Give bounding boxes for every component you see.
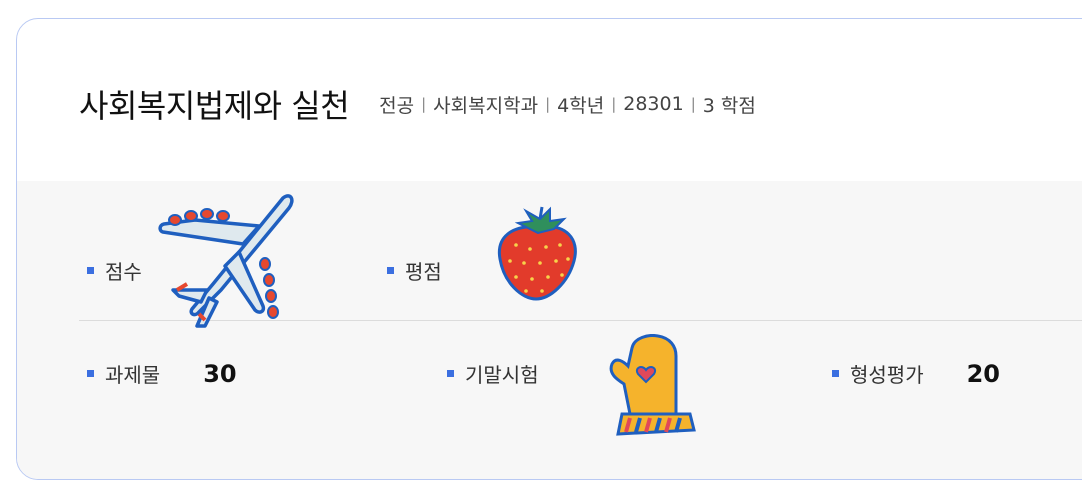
bullet-icon [447, 370, 454, 377]
course-meta: 전공 | 사회복지학과 | 4학년 | 28301 | 3 학점 [379, 91, 756, 118]
grading-label: 점수 [105, 260, 142, 284]
course-title: 사회복지법제와 실천 [79, 87, 350, 125]
bullet-icon [387, 267, 394, 274]
course-code: 28301 [623, 93, 684, 115]
grading-value: 20 [966, 359, 1001, 388]
meta-separator: | [421, 95, 427, 113]
course-grade-year: 4학년 [557, 94, 605, 117]
course-credits: 3 학점 [702, 94, 756, 117]
bullet-icon [87, 370, 94, 377]
bullet-icon [832, 370, 839, 377]
meta-separator: | [611, 95, 617, 113]
course-category: 전공 [379, 94, 415, 117]
grading-label: 과제물 [105, 363, 161, 387]
grading-item-final-exam: 기말시험 [447, 359, 582, 388]
course-department: 사회복지학과 [433, 94, 539, 117]
grading-item-formative: 형성평가 20 [832, 359, 1000, 388]
grading-value: 30 [203, 359, 237, 388]
grading-label: 형성평가 [850, 363, 924, 387]
oven-mitt-icon [609, 334, 696, 436]
bullet-icon [87, 267, 94, 274]
grading-label: 기말시험 [465, 363, 539, 387]
grading-item-assignment: 과제물 30 [87, 359, 237, 388]
strawberry-icon [497, 206, 577, 301]
meta-separator: | [545, 95, 551, 113]
airplane-icon [158, 194, 294, 328]
grading-item-gpa: 평점 [387, 256, 485, 285]
course-header: 사회복지법제와 실천 전공 | 사회복지학과 | 4학년 | 28301 | 3… [79, 81, 756, 127]
meta-separator: | [690, 95, 696, 113]
grading-label: 평점 [405, 260, 442, 284]
